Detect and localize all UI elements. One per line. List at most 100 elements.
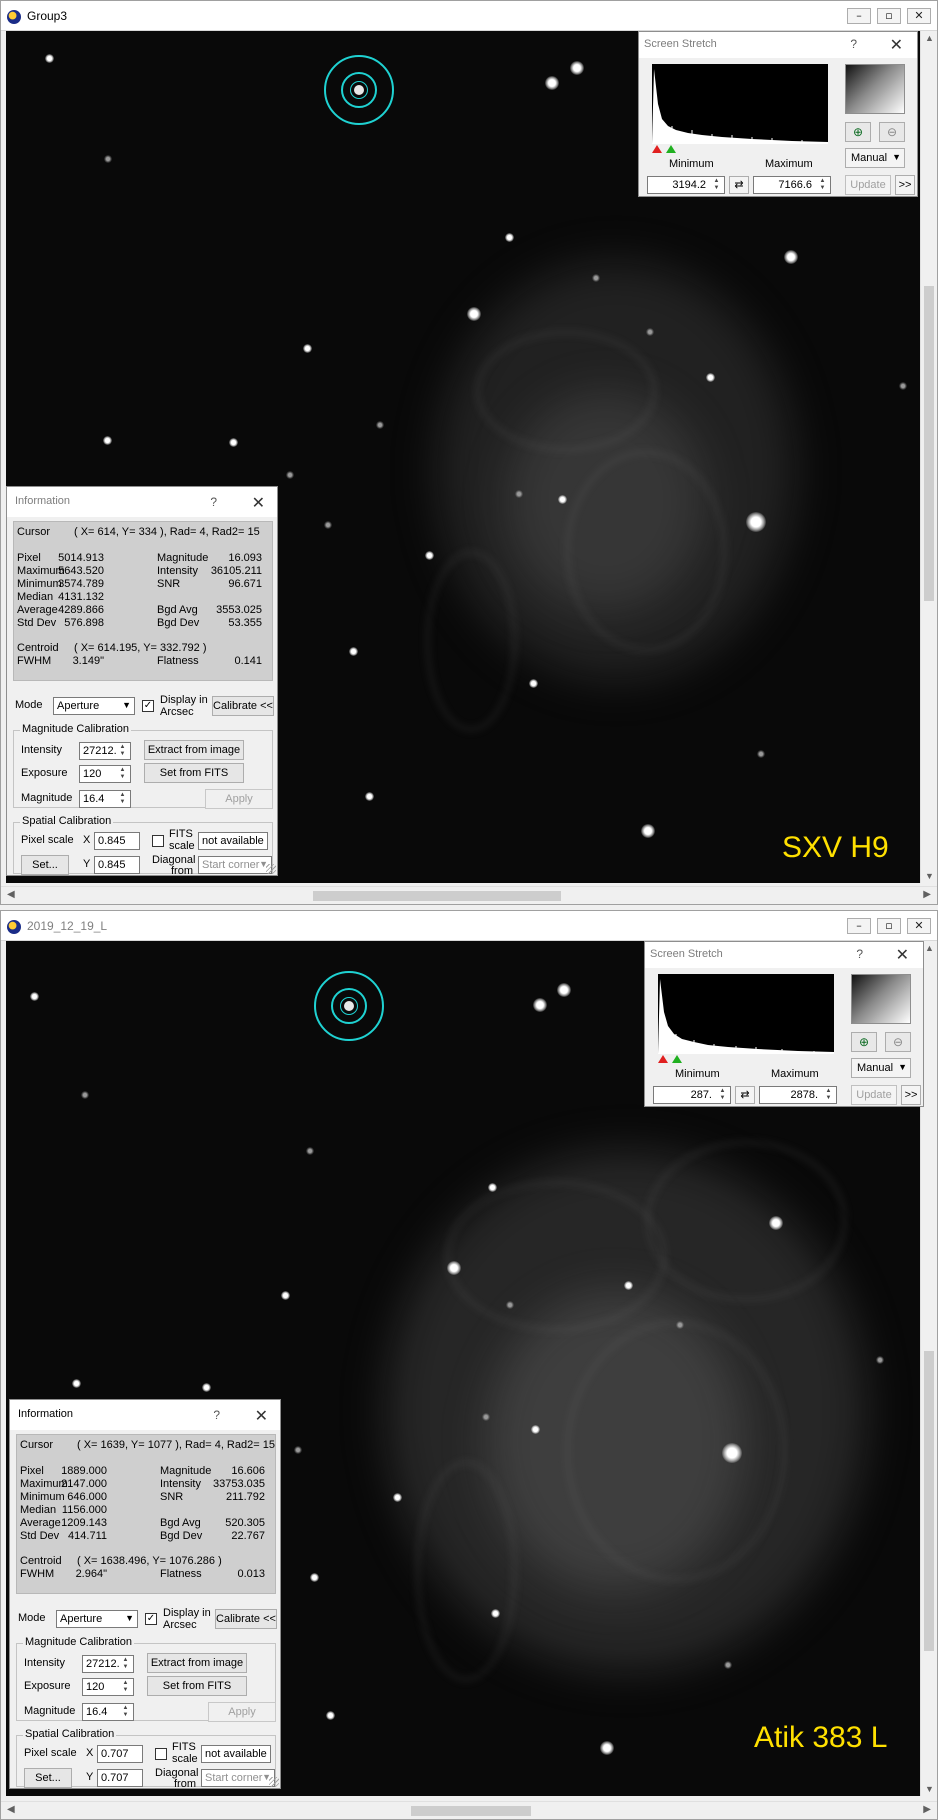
vertical-scrollbar[interactable]: ▲ ▼ xyxy=(920,31,937,883)
apply-button[interactable]: Apply xyxy=(205,789,273,809)
zoom-in-button[interactable]: ⊕ xyxy=(851,1032,877,1052)
spin-arrows-icon[interactable]: ▲ ▼ xyxy=(116,792,129,806)
close-button[interactable]: ✕ xyxy=(907,8,931,24)
exposure-input[interactable]: 120 ▲ ▼ xyxy=(79,765,131,783)
minimize-button[interactable]: – xyxy=(847,918,871,934)
window-titlebar[interactable]: Group3 – ▫ ✕ xyxy=(1,1,937,31)
intensity-input[interactable]: 27212. ▲ ▼ xyxy=(79,742,131,760)
histogram[interactable] xyxy=(652,64,828,144)
screen-stretch-panel[interactable]: Screen Stretch ? ✕ ⊕ ⊖ Minimum Maximum M… xyxy=(644,941,924,1107)
spin-arrows-icon[interactable]: ▲ ▼ xyxy=(816,178,829,192)
close-icon[interactable]: ✕ xyxy=(255,1406,268,1425)
max-marker-icon[interactable] xyxy=(672,1055,682,1063)
intensity-input[interactable]: 27212. ▲ ▼ xyxy=(82,1655,134,1673)
swap-button[interactable]: ⇄ xyxy=(735,1086,755,1104)
set-pixel-scale-button[interactable]: Set... xyxy=(24,1768,72,1788)
scroll-left-icon[interactable]: ◀ xyxy=(7,889,15,900)
spin-arrows-icon[interactable]: ▲ ▼ xyxy=(119,1657,132,1671)
display-arcsec-checkbox[interactable]: ✓ xyxy=(142,700,154,712)
extract-from-image-button[interactable]: Extract from image xyxy=(144,740,244,760)
fits-scale-checkbox[interactable] xyxy=(155,1748,167,1760)
spin-arrows-icon[interactable]: ▲ ▼ xyxy=(119,1680,132,1694)
panel-titlebar[interactable]: Information ? ✕ xyxy=(10,1400,280,1430)
mode-select[interactable]: Aperture ▼ xyxy=(56,1610,138,1628)
minimize-button[interactable]: – xyxy=(847,8,871,24)
help-button[interactable]: ? xyxy=(210,495,217,509)
maximize-button[interactable]: ▫ xyxy=(877,8,901,24)
apply-button[interactable]: Apply xyxy=(208,1702,276,1722)
image-window-2019-12-19-l[interactable]: 2019_12_19_L – ▫ ✕ Atik 383 L ▲ ▼ ◀ ▶ Sc… xyxy=(0,910,938,1820)
scroll-up-icon[interactable]: ▲ xyxy=(925,33,934,43)
fits-scale-checkbox[interactable] xyxy=(152,835,164,847)
update-button[interactable]: Update xyxy=(851,1085,897,1105)
zoom-in-button[interactable]: ⊕ xyxy=(845,122,871,142)
resize-grip-icon[interactable] xyxy=(266,864,276,874)
close-icon[interactable]: ✕ xyxy=(896,945,909,964)
swap-button[interactable]: ⇄ xyxy=(729,176,749,194)
scroll-thumb[interactable] xyxy=(411,1806,531,1816)
more-button[interactable]: >> xyxy=(901,1085,921,1105)
diagonal-from-select[interactable]: Start corner ▼ xyxy=(198,856,272,874)
spin-arrows-icon[interactable]: ▲ ▼ xyxy=(710,178,723,192)
window-titlebar[interactable]: 2019_12_19_L – ▫ ✕ xyxy=(1,911,937,941)
horizontal-scrollbar[interactable]: ◀ ▶ xyxy=(1,886,937,904)
update-button[interactable]: Update xyxy=(845,175,891,195)
pixel-scale-y-input[interactable]: 0.707 xyxy=(97,1769,143,1787)
help-button[interactable]: ? xyxy=(856,947,863,961)
spin-arrows-icon[interactable]: ▲ ▼ xyxy=(822,1088,835,1102)
more-button[interactable]: >> xyxy=(895,175,915,195)
scroll-down-icon[interactable]: ▼ xyxy=(925,1784,934,1794)
maximize-button[interactable]: ▫ xyxy=(877,918,901,934)
scroll-down-icon[interactable]: ▼ xyxy=(925,871,934,881)
calibrate-button[interactable]: Calibrate << xyxy=(212,696,274,716)
close-icon[interactable]: ✕ xyxy=(890,35,903,54)
calibrate-button[interactable]: Calibrate << xyxy=(215,1609,277,1629)
help-button[interactable]: ? xyxy=(850,37,857,51)
scroll-left-icon[interactable]: ◀ xyxy=(7,1804,15,1815)
extract-from-image-button[interactable]: Extract from image xyxy=(147,1653,247,1673)
minimum-input[interactable]: 3194.2 ▲ ▼ xyxy=(647,176,725,194)
scroll-thumb[interactable] xyxy=(924,1351,934,1651)
zoom-out-button[interactable]: ⊖ xyxy=(879,122,905,142)
information-panel[interactable]: Information ? ✕ Cursor ( X= 1639, Y= 107… xyxy=(9,1399,281,1790)
set-pixel-scale-button[interactable]: Set... xyxy=(21,855,69,875)
display-arcsec-checkbox[interactable]: ✓ xyxy=(145,1613,157,1625)
zoom-out-button[interactable]: ⊖ xyxy=(885,1032,911,1052)
stretch-mode-select[interactable]: Manual ▼ xyxy=(845,148,905,168)
spin-arrows-icon[interactable]: ▲ ▼ xyxy=(716,1088,729,1102)
pixel-scale-y-input[interactable]: 0.845 xyxy=(94,856,140,874)
mode-select[interactable]: Aperture ▼ xyxy=(53,697,135,715)
maximum-input[interactable]: 7166.6 ▲ ▼ xyxy=(753,176,831,194)
horizontal-scrollbar[interactable]: ◀ ▶ xyxy=(1,1801,937,1819)
pixel-scale-x-input[interactable]: 0.845 xyxy=(94,832,140,850)
help-button[interactable]: ? xyxy=(213,1408,220,1422)
spin-arrows-icon[interactable]: ▲ ▼ xyxy=(119,1705,132,1719)
pixel-scale-x-input[interactable]: 0.707 xyxy=(97,1745,143,1763)
screen-stretch-panel[interactable]: Screen Stretch ? ✕ ⊕ ⊖ Minimum Maximum M… xyxy=(638,31,918,197)
magnitude-input[interactable]: 16.4 ▲ ▼ xyxy=(82,1703,134,1721)
resize-grip-icon[interactable] xyxy=(269,1777,279,1787)
scroll-thumb[interactable] xyxy=(313,891,561,901)
diagonal-from-select[interactable]: Start corner ▼ xyxy=(201,1769,275,1787)
set-from-fits-button[interactable]: Set from FITS xyxy=(147,1676,247,1696)
minimum-input[interactable]: 287. ▲ ▼ xyxy=(653,1086,731,1104)
max-marker-icon[interactable] xyxy=(666,145,676,153)
close-button[interactable]: ✕ xyxy=(907,918,931,934)
panel-titlebar[interactable]: Information ? ✕ xyxy=(7,487,277,517)
scroll-right-icon[interactable]: ▶ xyxy=(923,889,931,900)
spin-arrows-icon[interactable]: ▲ ▼ xyxy=(116,744,129,758)
spin-arrows-icon[interactable]: ▲ ▼ xyxy=(116,767,129,781)
min-marker-icon[interactable] xyxy=(652,145,662,153)
panel-titlebar[interactable]: Screen Stretch ? ✕ xyxy=(639,32,917,58)
exposure-input[interactable]: 120 ▲ ▼ xyxy=(82,1678,134,1696)
image-window-group3[interactable]: Group3 – ▫ ✕ SXV H9 ▲ ▼ ◀ ▶ Screen Stret… xyxy=(0,0,938,905)
close-icon[interactable]: ✕ xyxy=(252,493,265,512)
scroll-up-icon[interactable]: ▲ xyxy=(925,943,934,953)
histogram[interactable] xyxy=(658,974,834,1054)
set-from-fits-button[interactable]: Set from FITS xyxy=(144,763,244,783)
information-panel[interactable]: Information ? ✕ Cursor ( X= 614, Y= 334 … xyxy=(6,486,278,877)
panel-titlebar[interactable]: Screen Stretch ? ✕ xyxy=(645,942,923,968)
magnitude-input[interactable]: 16.4 ▲ ▼ xyxy=(79,790,131,808)
scroll-thumb[interactable] xyxy=(924,286,934,601)
stretch-mode-select[interactable]: Manual ▼ xyxy=(851,1058,911,1078)
